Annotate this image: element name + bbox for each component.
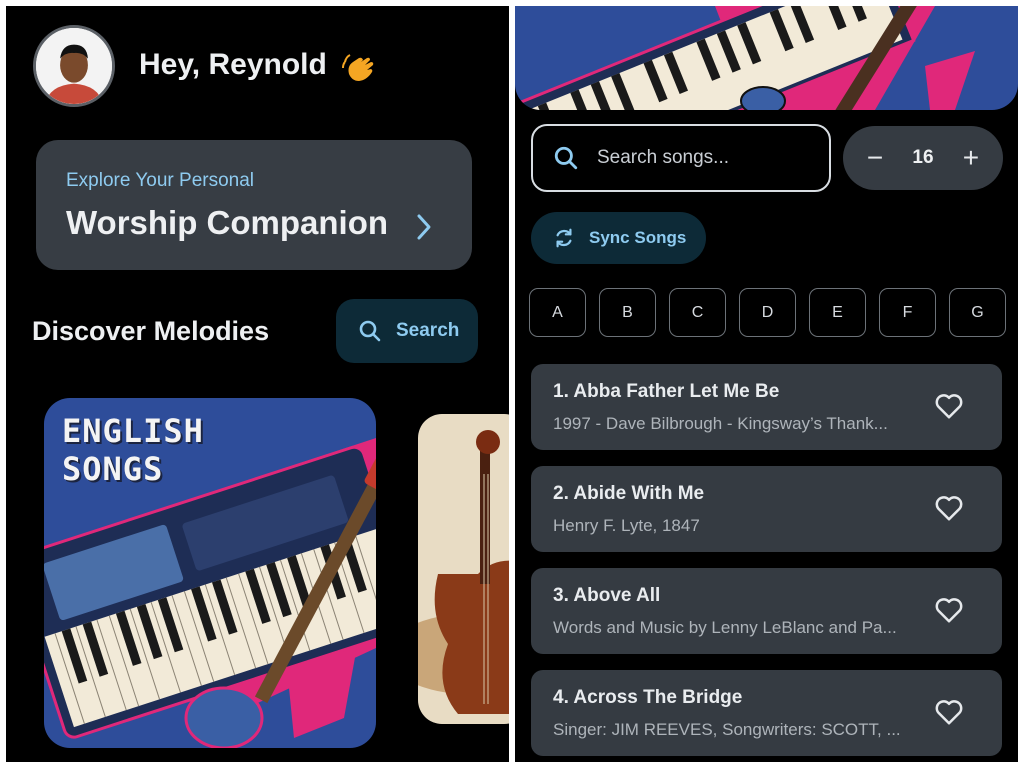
song-subtitle: Henry F. Lyte, 1847 xyxy=(553,516,700,535)
song-title: 3. Above All xyxy=(553,585,661,606)
letter-filter-b[interactable]: B xyxy=(599,288,656,337)
search-songs-field[interactable] xyxy=(531,124,831,192)
song-title: 2. Abide With Me xyxy=(553,483,705,504)
font-size-value: 16 xyxy=(912,147,934,168)
cover-title: ENGLISH SONGS xyxy=(62,412,204,488)
avatar[interactable] xyxy=(33,25,115,107)
worship-companion-card[interactable]: Explore Your Personal Worship Companion xyxy=(36,140,472,270)
letter-filter-f[interactable]: F xyxy=(879,288,936,337)
hero-title: Worship Companion xyxy=(66,204,389,241)
song-subtitle: Singer: JIM REEVES, Songwriters: SCOTT, … xyxy=(553,720,901,739)
search-icon xyxy=(554,146,578,170)
letter-filter-e[interactable]: E xyxy=(809,288,866,337)
letter-filter-d[interactable]: D xyxy=(739,288,796,337)
chevron-right-icon xyxy=(417,214,431,240)
hero-subtitle: Explore Your Personal xyxy=(66,170,255,191)
letter-filter-g[interactable]: G xyxy=(949,288,1006,337)
english-songs-cover[interactable]: ENGLISH SONGS xyxy=(44,398,376,748)
song-subtitle: 1997 - Dave Bilbrough - Kingsway’s Thank… xyxy=(553,414,888,433)
decrease-button[interactable]: − xyxy=(865,144,885,172)
keyboard-banner-illustration xyxy=(515,6,1018,110)
song-subtitle: Words and Music by Lenny LeBlanc and Pa.… xyxy=(553,618,897,637)
song-title: 4. Across The Bridge xyxy=(553,687,743,708)
heart-icon[interactable] xyxy=(934,698,964,726)
search-icon xyxy=(359,320,381,342)
sync-songs-button[interactable]: Sync Songs xyxy=(531,212,706,264)
sync-songs-label: Sync Songs xyxy=(589,228,687,247)
section-title: Discover Melodies xyxy=(32,316,270,346)
greeting-text: Hey, Reynold xyxy=(139,48,327,81)
sync-icon xyxy=(556,228,572,248)
category-banner xyxy=(515,6,1018,110)
song-title: 1. Abba Father Let Me Be xyxy=(553,381,780,402)
song-list-screen: − 16 + Sync Songs A B C D E F G 1. Abba … xyxy=(515,6,1018,762)
heart-icon[interactable] xyxy=(934,494,964,522)
heart-icon[interactable] xyxy=(934,596,964,624)
song-item[interactable]: 4. Across The Bridge Singer: JIM REEVES,… xyxy=(531,670,1002,756)
search-button-label: Search xyxy=(396,320,460,341)
search-button[interactable]: Search xyxy=(336,299,478,363)
letter-filter-c[interactable]: C xyxy=(669,288,726,337)
song-item[interactable]: 2. Abide With Me Henry F. Lyte, 1847 xyxy=(531,466,1002,552)
home-screen: Hey, Reynold Explore Your Personal Worsh… xyxy=(6,6,509,762)
waving-hand-icon xyxy=(342,54,374,81)
song-item[interactable]: 3. Above All Words and Music by Lenny Le… xyxy=(531,568,1002,654)
violin-illustration xyxy=(418,414,509,724)
font-size-stepper: − 16 + xyxy=(843,126,1003,190)
song-list: 1. Abba Father Let Me Be 1997 - Dave Bil… xyxy=(531,364,1002,762)
increase-button[interactable]: + xyxy=(961,144,981,172)
heart-icon[interactable] xyxy=(934,392,964,420)
violin-cover[interactable] xyxy=(418,414,509,724)
letter-filter-a[interactable]: A xyxy=(529,288,586,337)
search-songs-input[interactable] xyxy=(597,147,817,169)
alphabet-filter: A B C D E F G xyxy=(529,288,1006,337)
song-item[interactable]: 1. Abba Father Let Me Be 1997 - Dave Bil… xyxy=(531,364,1002,450)
